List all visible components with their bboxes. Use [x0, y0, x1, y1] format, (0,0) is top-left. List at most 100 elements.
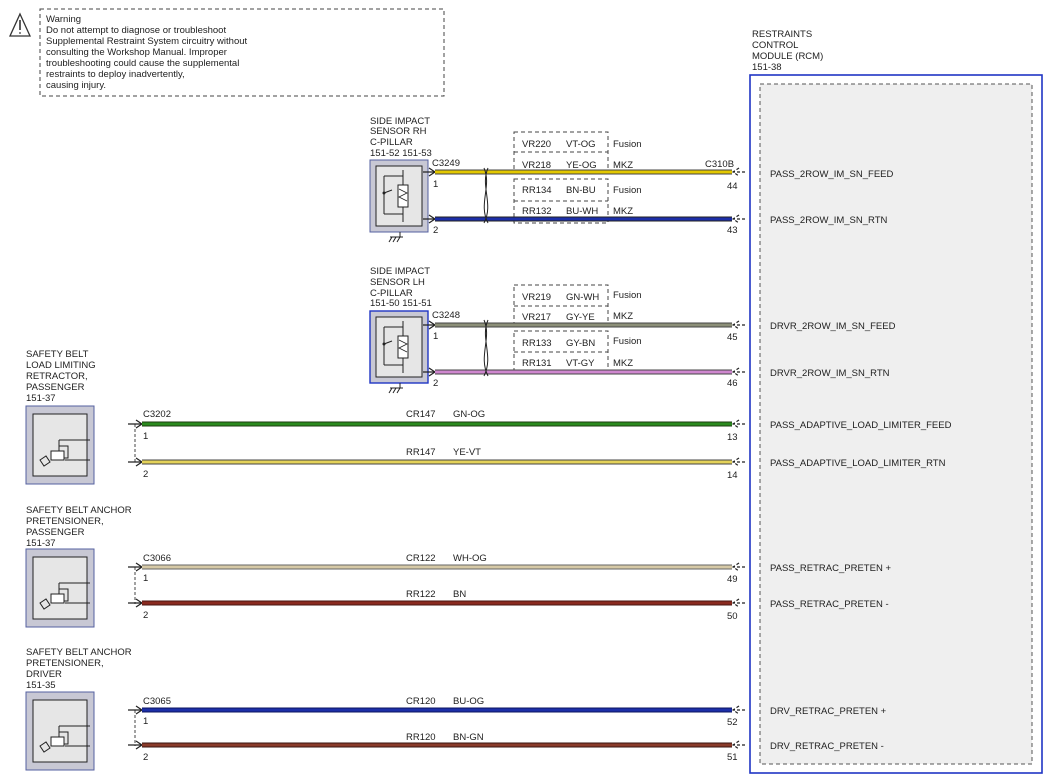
sensor-connector-id: C3249 [432, 158, 460, 169]
wiring-diagram: Warning Do not attempt to diagnose or tr… [8, 8, 1043, 774]
pin-number: 1 [143, 431, 148, 442]
variant-note: MKZ [613, 311, 633, 322]
circuit-id: VR220 [522, 139, 551, 150]
warning-box: Warning Do not attempt to diagnose or tr… [8, 8, 445, 97]
rcm-pin: 43 [727, 225, 738, 236]
twisted-pair-icon [483, 167, 489, 224]
circuit-id: CR122 [406, 553, 436, 564]
variant-note: Fusion [613, 185, 642, 196]
rcm-label: MODULE (RCM) [752, 51, 823, 62]
rcm-pin: 45 [727, 332, 738, 343]
device-label: RETRACTOR, [26, 371, 88, 382]
warning-line: causing injury. [46, 80, 106, 91]
device-label: SAFETY BELT [26, 349, 89, 360]
wire-color: VT-OG [566, 139, 596, 150]
pin-number: 1 [143, 573, 148, 584]
rcm-signal: DRV_RETRAC_PRETEN + [770, 706, 887, 717]
rcm-pin: 49 [727, 574, 738, 585]
rcm-pin: 52 [727, 717, 738, 728]
ground-symbol-icon [388, 383, 403, 394]
variant-note: Fusion [613, 336, 642, 347]
device-label: PASSENGER [26, 527, 85, 538]
device-label: PASSENGER [26, 382, 85, 393]
wire-color: BN-GN [453, 732, 484, 743]
device-connector-id: C3202 [143, 409, 171, 420]
pin-number: 1 [143, 716, 148, 727]
pretensioner-icon [32, 556, 90, 620]
rcm-signal: PASS_2ROW_IM_SN_FEED [770, 169, 894, 180]
pin-number: 2 [433, 378, 438, 389]
warning-line: troubleshooting could cause the suppleme… [46, 58, 239, 69]
sensor-label: SENSOR RH [370, 126, 427, 137]
pin-number: 2 [143, 469, 148, 480]
wire-color: BN [453, 589, 466, 600]
rcm-signal: PASS_2ROW_IM_SN_RTN [770, 215, 888, 226]
circuit-id: RR122 [406, 589, 436, 600]
circuit-id: RR133 [522, 338, 552, 349]
pin-number: 1 [433, 179, 438, 190]
rcm-signal: DRVR_2ROW_IM_SN_FEED [770, 321, 896, 332]
rcm-pin: 13 [727, 432, 738, 443]
twisted-pair-icon [483, 319, 489, 377]
wire-color: GN-OG [453, 409, 485, 420]
rcm-signal: DRVR_2ROW_IM_SN_RTN [770, 368, 890, 379]
circuit-id: VR219 [522, 292, 551, 303]
pretensioner-icon [32, 413, 90, 477]
warning-title: Warning [46, 14, 81, 25]
variant-note: Fusion [613, 290, 642, 301]
rcm-label: CONTROL [752, 40, 798, 51]
variant-note: MKZ [613, 358, 633, 369]
circuit-id: RR147 [406, 447, 436, 458]
rcm-connector-id: C310B [705, 159, 734, 170]
wire-color: BU-OG [453, 696, 484, 707]
circuit-id: CR147 [406, 409, 436, 420]
sensor-ref: 151-52 151-53 [370, 148, 432, 159]
warning-icon [8, 12, 32, 37]
rcm-pin: 51 [727, 752, 738, 763]
device-label: PRETENSIONER, [26, 516, 104, 527]
circuit-id: CR120 [406, 696, 436, 707]
wire-color: VT-GY [566, 358, 595, 369]
circuit-id: VR217 [522, 312, 551, 323]
device-ref: 151-37 [26, 393, 56, 404]
wire-color: WH-OG [453, 553, 487, 564]
wire-color: YE-VT [453, 447, 481, 458]
wire-color: BU-WH [566, 206, 598, 217]
warning-line: consulting the Workshop Manual. Improper [46, 47, 227, 58]
device-label: DRIVER [26, 669, 62, 680]
wire-color: GY-BN [566, 338, 595, 349]
pretensioner-icon [32, 699, 90, 763]
rcm-pin: 44 [727, 181, 738, 192]
impact-sensor-icon [375, 316, 423, 378]
device-label: SAFETY BELT ANCHOR [26, 647, 132, 658]
variant-note: MKZ [613, 160, 633, 171]
rcm-signal: PASS_ADAPTIVE_LOAD_LIMITER_RTN [770, 458, 946, 469]
device-connector-id: C3066 [143, 553, 171, 564]
device-ref: 151-37 [26, 538, 56, 549]
pin-number: 2 [143, 752, 148, 763]
rcm-signal: PASS_RETRAC_PRETEN + [770, 563, 891, 574]
device-label: PRETENSIONER, [26, 658, 104, 669]
sensor-ref: 151-50 151-51 [370, 298, 432, 309]
rcm-module: RESTRAINTS CONTROL MODULE (RCM) 151-38 C… [705, 29, 1043, 774]
circuit-id: RR132 [522, 206, 552, 217]
warning-line: Supplemental Restraint System circuitry … [46, 36, 248, 47]
rcm-signal: DRV_RETRAC_PRETEN - [770, 741, 884, 752]
rcm-pin: 46 [727, 378, 738, 389]
circuit-id: VR218 [522, 160, 551, 171]
sensor-label: SIDE IMPACT [370, 266, 430, 277]
rcm-label: 151-38 [752, 62, 782, 73]
variant-note: MKZ [613, 206, 633, 217]
device-ref: 151-35 [26, 680, 56, 691]
sensor-label: C-PILLAR [370, 137, 413, 148]
sensor-label: SENSOR LH [370, 277, 425, 288]
wire-color: GN-WH [566, 292, 599, 303]
rcm-pin: 14 [727, 470, 738, 481]
variant-note: Fusion [613, 139, 642, 150]
pin-number: 1 [433, 331, 438, 342]
warning-line: Do not attempt to diagnose or troublesho… [46, 25, 226, 36]
wire-color: GY-YE [566, 312, 595, 323]
device-label: LOAD LIMITING [26, 360, 96, 371]
rcm-signal: PASS_RETRAC_PRETEN - [770, 599, 889, 610]
circuit-id: RR120 [406, 732, 436, 743]
